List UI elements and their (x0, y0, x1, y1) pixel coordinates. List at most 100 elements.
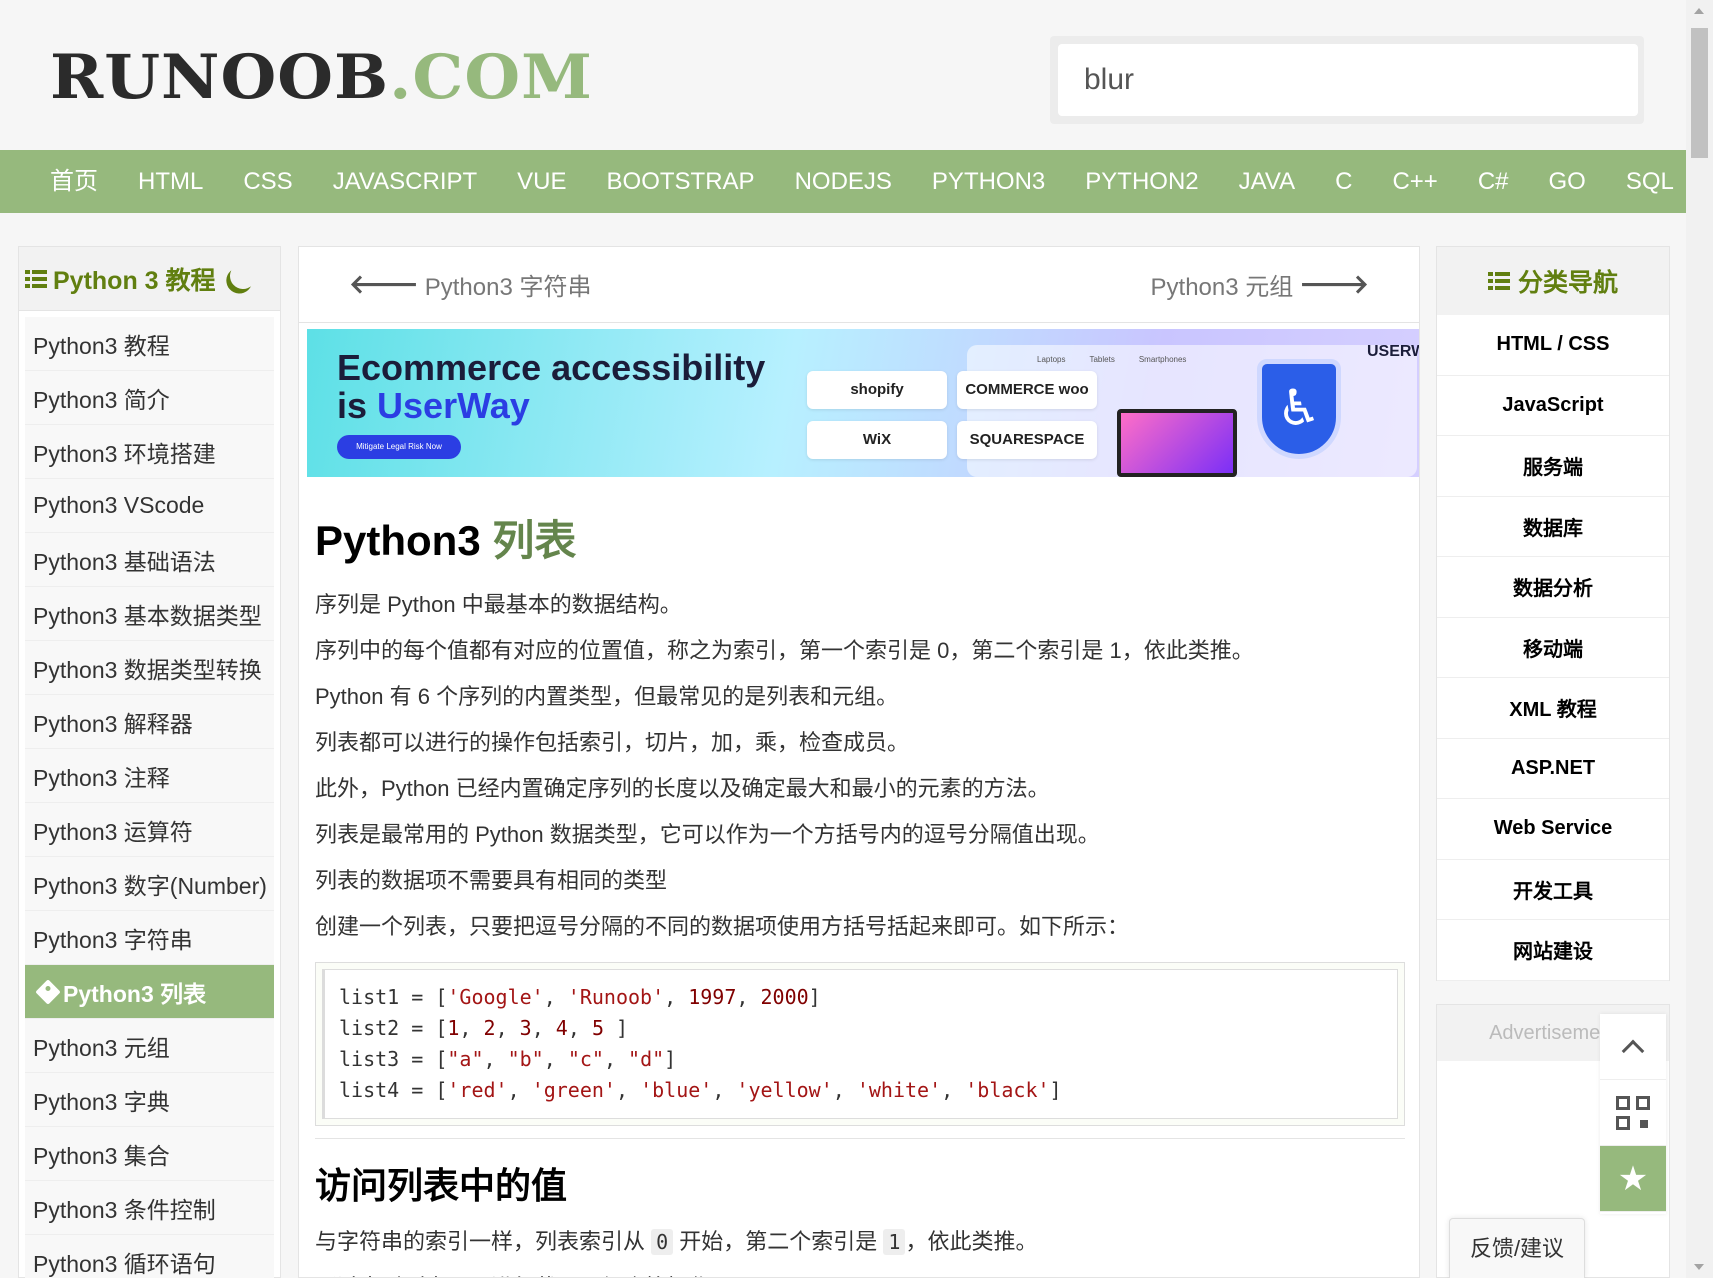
ad-chip-shopify: shopify (807, 371, 947, 409)
ad-headline-line1: Ecommerce accessibility (337, 347, 766, 388)
category-nav-item-10[interactable]: 网站建设 (1437, 920, 1669, 981)
article-paragraph: Python 有 6 个序列的内置类型，但最常见的是列表和元组。 (315, 684, 899, 709)
inline-code-1: 1 (883, 1229, 906, 1255)
scroll-up-arrow-icon[interactable] (1694, 8, 1704, 14)
section-p1-text-a: 与字符串的索引一样，列表索引从 (315, 1229, 652, 1254)
code-line: list3 = ["a", "b", "c", "d"] (339, 1047, 677, 1071)
left-sidebar-title: Python 3 教程 (53, 266, 216, 295)
sidebar-item-4[interactable]: Python3 基础语法 (25, 533, 274, 587)
code-block[interactable]: list1 = ['Google', 'Runoob', 1997, 2000]… (322, 969, 1398, 1119)
sidebar-item-16[interactable]: Python3 条件控制 (25, 1181, 274, 1235)
sidebar-item-6[interactable]: Python3 数据类型转换 (25, 641, 274, 695)
nav-item-12[interactable]: C# (1458, 150, 1529, 213)
sidebar-item-label: Python3 数字(Number) (33, 872, 267, 899)
ad-banner[interactable]: Ecommerce accessibility is UserWay Mitig… (307, 329, 1419, 477)
article-paragraph: 序列中的每个值都有对应的位置值，称之为索引，第一个索引是 0，第二个索引是 1，… (315, 638, 1254, 663)
sidebar-item-11[interactable]: Python3 字符串 (25, 911, 274, 965)
sidebar-item-3[interactable]: Python3 VScode (25, 479, 274, 533)
list-icon (25, 269, 47, 288)
sidebar-item-2[interactable]: Python3 环境搭建 (25, 425, 274, 479)
next-link[interactable]: Python3 元组 🡒 (1151, 267, 1369, 302)
category-nav-item-9[interactable]: 开发工具 (1437, 860, 1669, 920)
section-paragraph-1: 与字符串的索引一样，列表索引从 0 开始，第二个索引是 1 ，依此类推。 (315, 1219, 1405, 1265)
category-nav-item-8[interactable]: Web Service (1437, 799, 1669, 860)
tag-icon (35, 978, 61, 1005)
sidebar-item-label: Python3 环境搭建 (33, 440, 216, 467)
arrow-right-icon: 🡒 (1299, 269, 1369, 299)
category-nav-item-4[interactable]: 数据分析 (1437, 557, 1669, 618)
arrow-left-icon: 🡐 (349, 269, 419, 299)
dark-mode-moon-icon[interactable] (226, 259, 259, 292)
site-logo[interactable]: RUNOOB.COM (50, 42, 593, 114)
code-line: list1 = ['Google', 'Runoob', 1997, 2000] (339, 985, 821, 1009)
favorite-button[interactable]: ★ (1600, 1146, 1666, 1212)
vertical-scrollbar[interactable] (1686, 0, 1713, 1278)
category-nav-item-5[interactable]: 移动端 (1437, 618, 1669, 678)
nav-item-2[interactable]: CSS (223, 150, 312, 213)
sidebar-item-1[interactable]: Python3 简介 (25, 371, 274, 425)
search-input[interactable] (1058, 44, 1638, 116)
sidebar-item-label: Python3 教程 (33, 332, 170, 359)
sidebar-item-12[interactable]: Python3 列表 (25, 965, 274, 1019)
back-to-top-button[interactable] (1600, 1014, 1666, 1080)
article-paragraph: 创建一个列表，只要把逗号分隔的不同的数据项使用方括号括起来即可。如下所示： (315, 914, 1130, 939)
category-nav-item-0[interactable]: HTML / CSS (1437, 315, 1669, 376)
nav-item-9[interactable]: JAVA (1219, 150, 1315, 213)
ad-cta-button[interactable]: Mitigate Legal Risk Now (337, 435, 461, 459)
ad-tab-laptops: Laptops (1037, 355, 1066, 364)
nav-item-8[interactable]: PYTHON2 (1065, 150, 1218, 213)
category-nav-item-1[interactable]: JavaScript (1437, 376, 1669, 436)
qr-code-button[interactable] (1600, 1080, 1666, 1146)
ad-chip-squarespace: SQUARESPACE (957, 421, 1097, 459)
sidebar-item-label: Python3 字符串 (33, 926, 193, 953)
right-sidebar: 分类导航 HTML / CSS JavaScript 服务端 数据库 数据分析 移动端 XM… (1436, 246, 1670, 981)
category-nav-item-3[interactable]: 数据库 (1437, 497, 1669, 557)
nav-item-3[interactable]: JAVASCRIPT (313, 150, 497, 213)
category-nav-item-2[interactable]: 服务端 (1437, 436, 1669, 497)
nav-item-10[interactable]: C (1315, 150, 1372, 213)
nav-item-6[interactable]: NODEJS (775, 150, 912, 213)
prev-next-bar: 🡐 Python3 字符串 Python3 元组 🡒 (299, 247, 1419, 323)
site-header: RUNOOB.COM (0, 0, 1686, 150)
sidebar-item-14[interactable]: Python3 字典 (25, 1073, 274, 1127)
code-line: list4 = ['red', 'green', 'blue', 'yellow… (339, 1078, 1062, 1102)
prev-link[interactable]: 🡐 Python3 字符串 (349, 267, 591, 302)
sidebar-item-17[interactable]: Python3 循环语句 (25, 1235, 274, 1278)
nav-item-11[interactable]: C++ (1372, 150, 1457, 213)
sidebar-item-5[interactable]: Python3 基本数据类型 (25, 587, 274, 641)
ad-panel-tabs: Laptops Tablets Smartphones (1037, 355, 1186, 364)
article-paragraph: 列表都可以进行的操作包括索引，切片，加，乘，检查成员。 (315, 730, 910, 755)
main-content: 🡐 Python3 字符串 Python3 元组 🡒 Ecommerce acc… (298, 246, 1420, 1278)
ad-headline-brand: UserWay (377, 385, 530, 426)
sidebar-item-0[interactable]: Python3 教程 (25, 317, 274, 371)
sidebar-item-7[interactable]: Python3 解释器 (25, 695, 274, 749)
category-nav-item-6[interactable]: XML 教程 (1437, 678, 1669, 739)
sidebar-item-label: Python3 元组 (33, 1034, 170, 1061)
ad-tab-smartphones: Smartphones (1138, 355, 1187, 364)
sidebar-item-10[interactable]: Python3 数字(Number) (25, 857, 274, 911)
sidebar-item-label: Python3 运算符 (33, 818, 193, 845)
scrollbar-thumb[interactable] (1691, 28, 1708, 158)
nav-item-13[interactable]: GO (1529, 150, 1606, 213)
nav-item-7[interactable]: PYTHON3 (912, 150, 1065, 213)
sidebar-item-label: Python3 注释 (33, 764, 170, 791)
article-paragraph: 列表的数据项不需要具有相同的类型 (315, 868, 668, 893)
sidebar-item-9[interactable]: Python3 运算符 (25, 803, 274, 857)
article: Python3 列表 序列是 Python 中最基本的数据结构。 序列中的每个值都… (315, 507, 1405, 1277)
sidebar-item-label: Python3 基本数据类型 (33, 602, 262, 629)
code-example: list1 = ['Google', 'Runoob', 1997, 2000]… (315, 962, 1405, 1126)
category-nav-item-7[interactable]: ASP.NET (1437, 739, 1669, 799)
page-title: Python3 列表 (315, 507, 1405, 568)
nav-item-4[interactable]: VUE (497, 150, 586, 213)
section-p1-text-c: ，依此类推。 (905, 1229, 1038, 1254)
nav-item-14[interactable]: SQL (1606, 150, 1694, 213)
chevron-up-icon (1621, 1039, 1645, 1062)
scroll-down-arrow-icon[interactable] (1694, 1264, 1704, 1270)
nav-item-0[interactable]: 首页 (30, 150, 118, 213)
nav-item-5[interactable]: BOOTSTRAP (587, 150, 775, 213)
sidebar-item-15[interactable]: Python3 集合 (25, 1127, 274, 1181)
feedback-button[interactable]: 反馈/建议 (1449, 1218, 1585, 1278)
nav-item-1[interactable]: HTML (118, 150, 223, 213)
sidebar-item-8[interactable]: Python3 注释 (25, 749, 274, 803)
sidebar-item-13[interactable]: Python3 元组 (25, 1019, 274, 1073)
